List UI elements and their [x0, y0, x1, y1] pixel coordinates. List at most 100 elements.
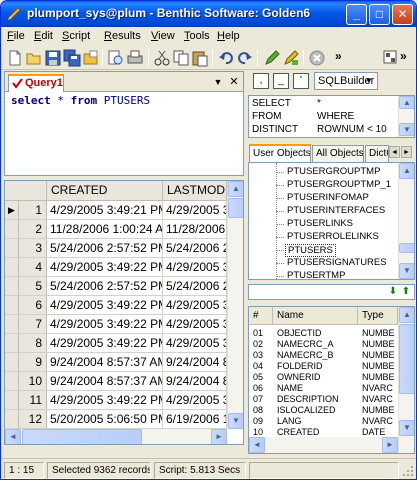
- preview-icon[interactable]: [107, 49, 125, 67]
- cell-created[interactable]: 4/29/2005 3:49:22 PM: [47, 315, 163, 334]
- stop-icon[interactable]: [308, 49, 326, 67]
- save-icon[interactable]: [44, 49, 62, 67]
- cell-created[interactable]: 5/24/2006 2:57:52 PM: [47, 277, 163, 296]
- cell-created[interactable]: 9/24/2004 8:57:37 AM: [47, 353, 163, 372]
- cell-lastmodified[interactable]: 11/28/2006: [163, 220, 227, 239]
- table-row[interactable]: 5 5/24/2006 2:57:52 PM 5/24/2006 2: [5, 277, 243, 296]
- columns-hscrollbar[interactable]: ◄ ►: [249, 437, 398, 453]
- underscore-button[interactable]: _: [273, 73, 289, 89]
- execute-icon[interactable]: [263, 49, 281, 67]
- grid-column-header[interactable]: CREATED: [47, 181, 163, 201]
- cell-lastmodified[interactable]: 4/29/2005 3: [163, 334, 227, 353]
- cell-created[interactable]: 4/29/2005 3:49:22 PM: [47, 258, 163, 277]
- list-item[interactable]: 01 OBJECTID NUMBE: [249, 328, 399, 339]
- list-item[interactable]: 06 NAME NVARC: [249, 383, 399, 394]
- cell-lastmodified[interactable]: 4/29/2005 3: [163, 296, 227, 315]
- table-row[interactable]: 2 11/28/2006 1:00:24 AM 11/28/2006: [5, 220, 243, 239]
- list-item[interactable]: 09 LANG NVARC: [249, 416, 399, 427]
- arrow-down-icon[interactable]: ⬇: [387, 286, 399, 298]
- overflow-icon[interactable]: »: [335, 49, 353, 67]
- scroll-up-button[interactable]: ▲: [399, 96, 414, 109]
- grid-column-header[interactable]: LASTMODIF: [163, 181, 227, 201]
- tree-scrollbar[interactable]: ▲ ▼: [398, 163, 414, 279]
- cell-lastmodified[interactable]: 4/29/2005 3: [163, 315, 227, 334]
- close-button[interactable]: ✕: [392, 4, 413, 25]
- cell-lastmodified[interactable]: 4/29/2005 3: [163, 258, 227, 277]
- menu-results[interactable]: Results: [104, 30, 141, 42]
- list-item[interactable]: 07 DESCRIPTION NVARC: [249, 394, 399, 405]
- print-icon[interactable]: [126, 49, 144, 67]
- tree-item[interactable]: PTUSERROLELINKS: [285, 231, 379, 244]
- object-tree[interactable]: PTUSERGROUPTMP PTUSERGROUPTMP_1 PTUSERINFO…: [248, 162, 415, 280]
- keyword-item[interactable]: ROWNUM < 10: [317, 124, 387, 136]
- save-all-icon[interactable]: [63, 49, 81, 67]
- hscroll-thumb[interactable]: [22, 429, 142, 444]
- more-icon[interactable]: »: [400, 49, 416, 67]
- cell-created[interactable]: 11/28/2006 1:00:24 AM: [47, 220, 163, 239]
- tree-item[interactable]: PTUSERINFOMAP: [285, 192, 369, 205]
- tab-all-objects[interactable]: All Objects: [312, 145, 364, 162]
- scroll-up-button[interactable]: ▲: [399, 163, 414, 179]
- redo-icon[interactable]: [236, 49, 254, 67]
- list-item[interactable]: 04 FOLDERID NUMBE: [249, 361, 399, 372]
- maximize-button[interactable]: □: [369, 4, 390, 25]
- col-header-type[interactable]: Type: [358, 307, 398, 325]
- cell-created[interactable]: 4/29/2005 3:49:22 PM: [47, 391, 163, 410]
- list-item[interactable]: 02 NAMECRC_A NUMBE: [249, 339, 399, 350]
- list-item[interactable]: 05 OWNERID NUMBE: [249, 372, 399, 383]
- tab-close-button[interactable]: ✕: [227, 75, 241, 89]
- resize-grip-icon[interactable]: [403, 466, 414, 477]
- menu-script[interactable]: Script: [62, 30, 90, 42]
- sql-text[interactable]: select * from PTUSERS: [11, 94, 150, 107]
- keyword-item[interactable]: DISTINCT: [252, 124, 298, 136]
- tab-dropdown-button[interactable]: ▼: [211, 75, 225, 89]
- tab-query1[interactable]: Query1: [8, 74, 64, 92]
- new-file-icon[interactable]: [6, 49, 24, 67]
- grid-vertical-scrollbar[interactable]: ▲ ▼: [227, 181, 243, 429]
- menu-view[interactable]: View: [151, 30, 175, 42]
- cell-created[interactable]: 5/24/2006 2:57:52 PM: [47, 239, 163, 258]
- menu-file[interactable]: File: [7, 30, 25, 42]
- cell-created[interactable]: 4/29/2005 3:49:21 PM: [47, 201, 163, 220]
- copy-icon[interactable]: [172, 49, 190, 67]
- columns-list[interactable]: # Name Type 01 OBJECTID NUMBE 02 NAMECRC_A NU…: [248, 306, 415, 454]
- scroll-down-button[interactable]: ▼: [399, 123, 414, 136]
- open-icon[interactable]: [82, 49, 100, 67]
- cell-lastmodified[interactable]: 4/29/2005 3: [163, 391, 227, 410]
- keyword-item[interactable]: FROM: [252, 111, 281, 123]
- tree-item[interactable]: PTUSERSIGNATURES: [285, 257, 387, 270]
- paste-icon[interactable]: [191, 49, 209, 67]
- undo-icon[interactable]: [217, 49, 235, 67]
- cell-lastmodified[interactable]: 5/24/2006 2: [163, 239, 227, 258]
- scroll-down-button[interactable]: ▼: [399, 263, 414, 279]
- minimize-button[interactable]: _: [346, 4, 367, 25]
- cell-lastmodified[interactable]: 4/29/2005 3: [163, 201, 227, 220]
- menu-help[interactable]: Help: [217, 30, 240, 42]
- cell-created[interactable]: 4/29/2005 3:49:22 PM: [47, 296, 163, 315]
- scroll-down-button[interactable]: ▼: [399, 420, 414, 436]
- scroll-thumb[interactable]: [399, 324, 414, 394]
- table-row[interactable]: 12 5/20/2005 5:06:50 PM 6/19/2006 1: [5, 410, 243, 429]
- list-item[interactable]: 08 ISLOCALIZED NUMBE: [249, 405, 399, 416]
- scroll-left-button[interactable]: ◄: [5, 429, 21, 444]
- tree-item[interactable]: PTUSERS: [285, 244, 336, 257]
- help-icon[interactable]: [382, 49, 400, 67]
- list-item[interactable]: 03 NAMECRC_B NUMBE: [249, 350, 399, 361]
- cell-lastmodified[interactable]: 6/19/2006 1: [163, 410, 227, 429]
- tab-user-objects[interactable]: User Objects: [249, 144, 311, 162]
- keyword-item[interactable]: *: [317, 98, 321, 110]
- arrow-up-icon[interactable]: ⬆: [400, 286, 412, 298]
- scroll-right-button[interactable]: ►: [382, 437, 398, 453]
- title-bar[interactable]: plumport_sys@plum - Benthic Software: Go…: [1, 1, 416, 27]
- cell-lastmodified[interactable]: 9/24/2004 8: [163, 372, 227, 391]
- table-row[interactable]: 10 9/24/2004 8:57:37 AM 9/24/2004 8: [5, 372, 243, 391]
- query-editor[interactable]: Query1 ▼ ✕ select * from PTUSERS: [4, 71, 244, 176]
- keyword-item[interactable]: WHERE: [317, 111, 354, 123]
- keyword-list[interactable]: SELECT * FROM WHERE DISTINCT ROWNUM < 10…: [248, 95, 415, 138]
- tree-item[interactable]: PTUSERLINKS: [285, 218, 353, 231]
- cell-lastmodified[interactable]: 9/24/2004 8: [163, 353, 227, 372]
- table-row[interactable]: 8 4/29/2005 3:49:22 PM 4/29/2005 3: [5, 334, 243, 353]
- cut-icon[interactable]: [153, 49, 171, 67]
- tree-item[interactable]: PTUSERGROUPTMP_1: [285, 179, 391, 192]
- tree-item[interactable]: PTUSERTMP: [285, 270, 345, 279]
